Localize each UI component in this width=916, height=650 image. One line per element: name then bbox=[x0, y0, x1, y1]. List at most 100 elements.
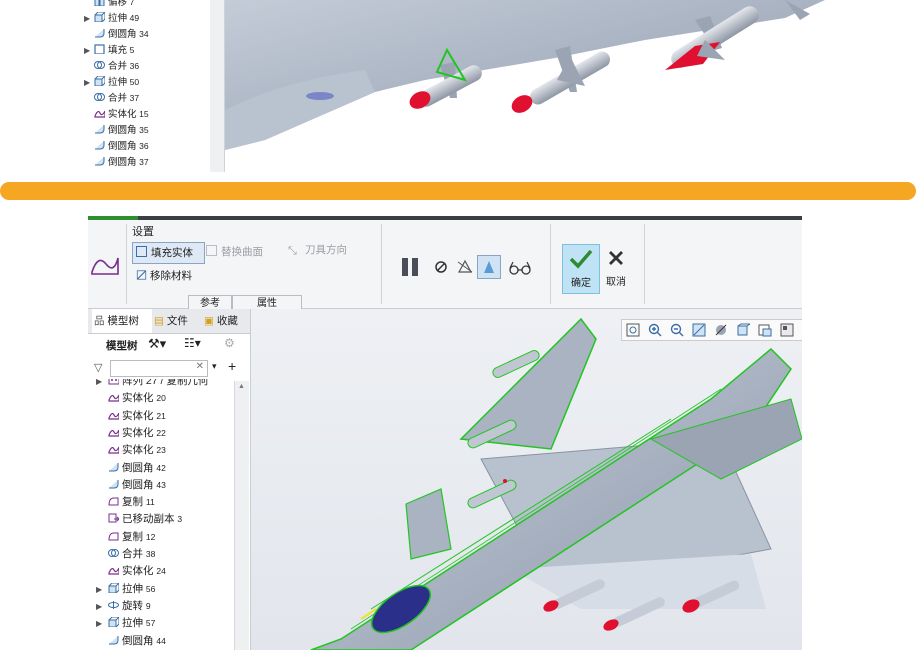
tree-item[interactable]: 倒圆角 42 bbox=[96, 460, 166, 477]
confirm-label: 确定 bbox=[571, 278, 591, 289]
merge-icon bbox=[94, 61, 105, 69]
expand-arrow-icon[interactable]: ▶ bbox=[96, 615, 108, 632]
tree-item[interactable]: 倒圆角 35 bbox=[84, 123, 149, 138]
tree-item-number: 5 bbox=[129, 45, 135, 55]
top-tree-scrollbar[interactable] bbox=[210, 0, 225, 172]
tree-item-label: 填充 bbox=[108, 45, 128, 56]
confirm-button[interactable]: 确定 bbox=[562, 244, 600, 294]
tab-favorites[interactable]: ▣ 收藏 bbox=[204, 309, 248, 333]
refit-icon[interactable] bbox=[626, 323, 640, 337]
tree-item-number: 49 bbox=[129, 13, 140, 23]
tree-item-number: 9 bbox=[145, 600, 151, 611]
replace-surface-button[interactable]: 替换曲面 bbox=[206, 242, 263, 262]
expand-arrow-icon[interactable]: ▶ bbox=[84, 11, 94, 26]
add-filter-icon[interactable]: + bbox=[228, 358, 236, 374]
solidify-ribbon: 设置 填充实体 替换曲面 ⤡ 刀具方向 移除材料 参考 属性 确定 取消 bbox=[88, 220, 802, 312]
tree-item[interactable]: 复制 12 bbox=[96, 529, 155, 546]
tree-item[interactable]: 实体化 24 bbox=[96, 563, 166, 580]
tree-item-label: 合并 bbox=[122, 548, 143, 560]
view-manager-icon[interactable] bbox=[780, 323, 794, 337]
tree-item-label: 倒圆角 bbox=[108, 125, 137, 136]
show-list-icon[interactable]: ☷▾ bbox=[184, 336, 201, 350]
zoom-out-icon[interactable] bbox=[670, 323, 684, 337]
3d-viewport[interactable] bbox=[251, 309, 802, 650]
tree-scrollbar[interactable]: ▲ bbox=[234, 381, 249, 650]
feature-preview-icon[interactable] bbox=[477, 255, 501, 279]
extrude-icon bbox=[108, 617, 119, 628]
tree-item[interactable]: ▶ 拉伸 57 bbox=[96, 615, 155, 632]
tree-settings-icon[interactable]: ⚒▾ bbox=[148, 336, 166, 352]
display-style-icon[interactable] bbox=[736, 323, 752, 337]
repaint-icon[interactable] bbox=[692, 323, 706, 337]
tree-item[interactable]: ▶ 拉伸 49 bbox=[84, 11, 139, 26]
expand-arrow-icon[interactable]: ▶ bbox=[96, 379, 108, 390]
tree-item-number: 34 bbox=[139, 29, 149, 39]
tree-item-label: 倒圆角 bbox=[122, 634, 154, 647]
tree-item[interactable]: ▶ 填充 5 bbox=[84, 43, 134, 58]
tree-item[interactable]: 实体化 15 bbox=[84, 107, 149, 122]
pause-icon[interactable] bbox=[400, 256, 422, 278]
tree-item[interactable]: ▶ 阵列 27 / 复制几何 bbox=[96, 379, 208, 390]
revolve-icon bbox=[108, 600, 119, 609]
geometry-preview-icon[interactable] bbox=[456, 258, 474, 276]
tree-item-label: 偏移 bbox=[108, 0, 128, 8]
filter-row: ▽ ✕ ▾ + bbox=[88, 357, 250, 379]
filter-dropdown-icon[interactable]: ▾ bbox=[212, 361, 217, 372]
tree-item[interactable]: 实体化 22 bbox=[96, 425, 166, 442]
tab-model-tree[interactable]: 品 模型树 bbox=[92, 309, 152, 333]
folder-icon: ▤ bbox=[154, 315, 164, 327]
tree-item[interactable]: 复制 11 bbox=[96, 494, 155, 511]
tree-item-label: 倒圆角 bbox=[108, 141, 137, 152]
cancel-button[interactable]: 取消 bbox=[602, 244, 630, 292]
saved-views-icon[interactable] bbox=[758, 323, 772, 337]
verify-glasses-icon[interactable] bbox=[508, 260, 532, 276]
tree-item-label: 实体化 bbox=[122, 392, 154, 405]
aircraft-model[interactable] bbox=[251, 309, 802, 650]
tree-item[interactable]: ▶ 拉伸 56 bbox=[96, 581, 155, 598]
tree-item-number: 7 bbox=[129, 0, 135, 7]
tree-item-label: 倒圆角 bbox=[108, 157, 137, 168]
round-icon bbox=[109, 462, 119, 471]
clear-icon[interactable]: ✕ bbox=[196, 361, 204, 372]
fill-solid-button[interactable]: 填充实体 bbox=[132, 242, 205, 264]
extrude-icon bbox=[94, 76, 105, 86]
tree-item[interactable]: 倒圆角 37 bbox=[84, 155, 149, 170]
solidify-icon bbox=[108, 429, 119, 437]
tab-files[interactable]: ▤ 文件 bbox=[154, 309, 198, 333]
tree-filter-settings-icon[interactable]: ⚙ bbox=[224, 336, 235, 350]
expand-arrow-icon[interactable]: ▶ bbox=[84, 43, 94, 58]
tree-item[interactable]: 实体化 23 bbox=[96, 442, 166, 459]
expand-arrow-icon[interactable]: ▶ bbox=[96, 598, 108, 615]
tree-item[interactable]: 实体化 20 bbox=[96, 390, 166, 407]
tree-item-number: 50 bbox=[129, 77, 140, 87]
tree-item-number: 3 bbox=[177, 514, 183, 525]
tree-item[interactable]: 合并 38 bbox=[96, 546, 155, 563]
zoom-in-icon[interactable] bbox=[648, 323, 662, 337]
tree-icon: 品 bbox=[94, 315, 105, 327]
tool-direction-button[interactable]: ⤡ 刀具方向 bbox=[288, 240, 347, 260]
tree-item[interactable]: 实体化 21 bbox=[96, 408, 166, 425]
top-3d-viewport[interactable] bbox=[225, 0, 845, 172]
bottom-screenshot: 设置 填充实体 替换曲面 ⤡ 刀具方向 移除材料 参考 属性 确定 取消 品 模… bbox=[88, 216, 802, 650]
ribbon-separator bbox=[381, 224, 382, 304]
tree-item[interactable]: 已移动副本 3 bbox=[96, 511, 182, 528]
tree-item[interactable]: ▶ 旋转 9 bbox=[96, 598, 151, 615]
no-preview-icon[interactable] bbox=[434, 260, 448, 274]
tree-item[interactable]: 倒圆角 43 bbox=[96, 477, 166, 494]
tree-item-label: 倒圆角 bbox=[122, 478, 154, 491]
tree-item-number: 36 bbox=[129, 61, 140, 71]
tree-item[interactable]: 偏移 7 bbox=[84, 0, 134, 10]
tree-item[interactable]: 倒圆角 36 bbox=[84, 139, 149, 154]
tree-item[interactable]: 合并 36 bbox=[84, 59, 139, 74]
tree-item[interactable]: 合并 37 bbox=[84, 91, 139, 106]
scroll-up-icon[interactable]: ▲ bbox=[238, 383, 245, 390]
tree-item[interactable]: 倒圆角 34 bbox=[84, 27, 149, 42]
tree-item[interactable]: ▶ 拉伸 50 bbox=[84, 75, 139, 90]
orient-icon[interactable] bbox=[714, 323, 728, 337]
tree-item[interactable]: 倒圆角 44 bbox=[96, 633, 166, 650]
expand-arrow-icon[interactable]: ▶ bbox=[96, 581, 108, 598]
expand-arrow-icon[interactable]: ▶ bbox=[84, 75, 94, 90]
remove-material-button[interactable]: 移除材料 bbox=[136, 266, 192, 286]
tree-item-label: 已移动副本 bbox=[122, 513, 175, 526]
tree-search-input[interactable]: ✕ bbox=[110, 360, 208, 377]
